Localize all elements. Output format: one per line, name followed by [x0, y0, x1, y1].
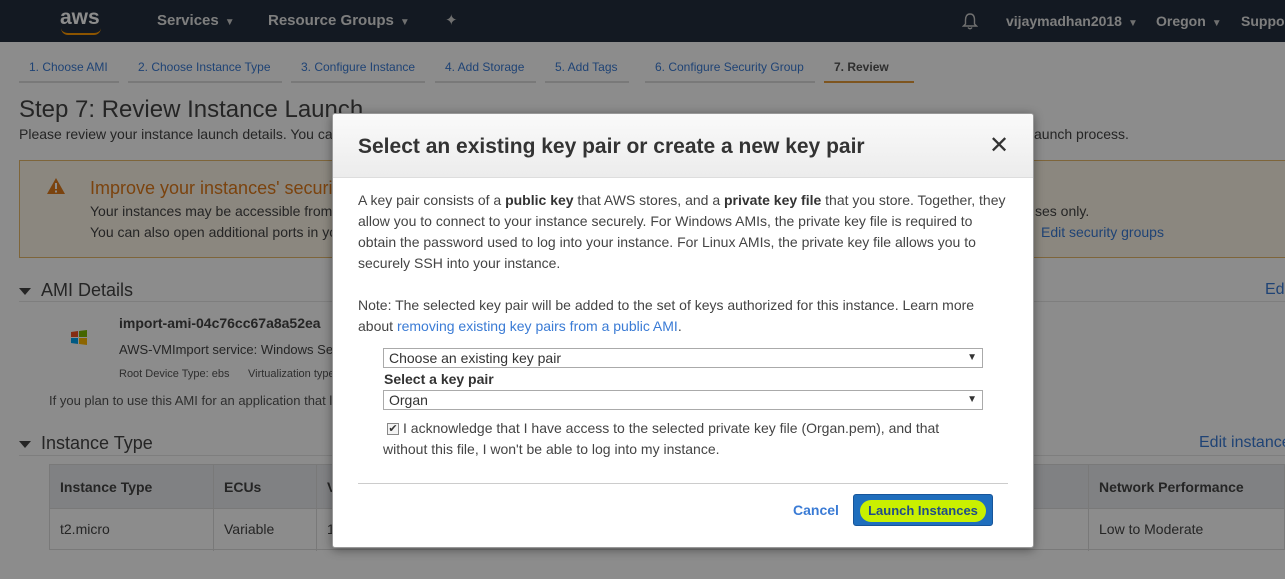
acknowledge-text: I acknowledge that I have access to the …	[403, 420, 940, 436]
acknowledge-text: without this file, I won't be able to lo…	[383, 441, 720, 457]
key-pair-explanation: obtain the password used to log into you…	[358, 234, 976, 250]
dialog-title: Select an existing key pair or create a …	[358, 135, 865, 158]
text: that AWS stores, and a	[573, 192, 724, 208]
text: A key pair consists of a	[358, 192, 506, 208]
key-pair-mode-select[interactable]: Choose an existing key pair ▼	[383, 348, 983, 368]
remove-key-pairs-link[interactable]: removing existing key pairs from a publi…	[397, 318, 678, 334]
key-pair-explanation: A key pair consists of a public key that…	[358, 190, 1005, 211]
key-pair-note: Note: The selected key pair will be adde…	[358, 297, 975, 313]
acknowledge-checkbox[interactable]: ✔	[387, 423, 399, 435]
key-pair-note: about removing existing key pairs from a…	[358, 316, 682, 337]
key-pair-select[interactable]: Organ ▼	[383, 390, 983, 410]
text: .	[677, 318, 682, 334]
launch-instances-label: Launch Instances	[860, 500, 986, 522]
divider	[358, 483, 1008, 484]
text-bold: public key	[505, 192, 574, 208]
dropdown-arrow-icon: ▼	[967, 394, 977, 405]
dropdown-arrow-icon: ▼	[967, 352, 977, 363]
launch-instances-button[interactable]: Launch Instances	[853, 494, 993, 526]
dialog-header: Select an existing key pair or create a …	[333, 114, 1033, 178]
text: that you store. Together, they	[821, 192, 1006, 208]
key-pair-explanation: securely SSH into your instance.	[358, 255, 561, 271]
select-value: Choose an existing key pair	[389, 350, 561, 366]
cancel-button[interactable]: Cancel	[793, 502, 839, 518]
select-key-pair-label: Select a key pair	[384, 371, 494, 387]
text: about	[358, 318, 397, 334]
key-pair-dialog: Select an existing key pair or create a …	[332, 113, 1034, 548]
select-value: Organ	[389, 392, 428, 408]
text-bold: private key file	[724, 192, 822, 208]
key-pair-explanation: allow you to connect to your instance se…	[358, 213, 973, 229]
close-icon[interactable]: ✕	[988, 134, 1010, 158]
